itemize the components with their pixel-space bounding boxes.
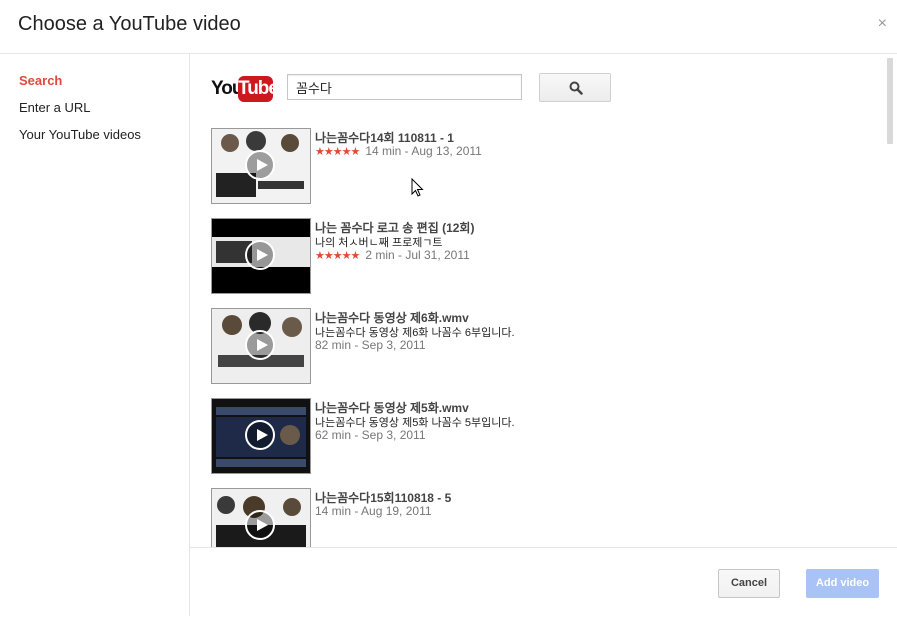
dialog-title: Choose a YouTube video [18, 13, 241, 35]
result-item[interactable]: 나는 꼼수다 로고 송 편집 (12회) 나의 처ㅅ버ㄴ째 프로제ㄱ트 ★★★★… [211, 218, 811, 294]
result-meta: 82 min - Sep 3, 2011 [315, 338, 426, 352]
logo-tube-text: Tube [238, 76, 279, 102]
video-thumbnail[interactable] [211, 218, 311, 294]
result-item[interactable]: 나는꼼수다14회 110811 - 1 ★★★★★ 14 min - Aug 13… [211, 128, 811, 204]
result-meta: 62 min - Sep 3, 2011 [315, 428, 426, 442]
youtube-logo: You Tube [211, 75, 279, 103]
result-item[interactable]: 나는꼼수다15회110818 - 5 14 min - Aug 19, 2011 [211, 488, 811, 547]
rating-stars-icon: ★★★★★ [315, 250, 360, 262]
mouse-cursor-icon [411, 178, 424, 197]
dialog-footer: Cancel Add video [190, 547, 897, 617]
results-scrollbar[interactable] [887, 58, 893, 144]
result-item[interactable]: 나는꼼수다 동영상 제5화.wmv 나는꼼수다 동영상 제5화 나꼼수 5부입니… [211, 398, 811, 474]
sidebar: Search Enter a URL Your YouTube videos [0, 54, 190, 616]
result-meta: 14 min - Aug 19, 2011 [315, 504, 432, 518]
add-video-button[interactable]: Add video [806, 569, 879, 598]
sidebar-item-search[interactable]: Search [19, 73, 62, 88]
result-meta-row: ★★★★★ 2 min - Jul 31, 2011 [315, 248, 470, 262]
search-input[interactable] [287, 74, 522, 100]
video-thumbnail[interactable] [211, 308, 311, 384]
search-button[interactable] [539, 73, 611, 102]
play-icon [245, 420, 275, 450]
play-icon [245, 330, 275, 360]
video-thumbnail[interactable] [211, 488, 311, 547]
dialog-header: Choose a YouTube video × [0, 0, 897, 54]
result-item[interactable]: 나는꼼수다 동영상 제6화.wmv 나는꼼수다 동영상 제6화 나꼼수 6부입니… [211, 308, 811, 384]
cancel-button[interactable]: Cancel [718, 569, 780, 598]
sidebar-item-enter-url[interactable]: Enter a URL [19, 100, 91, 115]
video-thumbnail[interactable] [211, 398, 311, 474]
rating-stars-icon: ★★★★★ [315, 146, 360, 158]
play-icon [245, 240, 275, 270]
sidebar-item-your-videos[interactable]: Your YouTube videos [19, 127, 141, 142]
close-icon[interactable]: × [878, 16, 887, 32]
result-meta: 14 min - Aug 13, 2011 [365, 144, 482, 158]
play-icon [245, 150, 275, 180]
play-icon [245, 510, 275, 540]
result-meta-row: ★★★★★ 14 min - Aug 13, 2011 [315, 144, 482, 158]
result-meta: 2 min - Jul 31, 2011 [365, 248, 470, 262]
video-thumbnail[interactable] [211, 128, 311, 204]
search-panel: You Tube 나는꼼수다14회 110811 - 1 ★★★★★14 min [190, 54, 897, 547]
search-icon [569, 81, 583, 95]
